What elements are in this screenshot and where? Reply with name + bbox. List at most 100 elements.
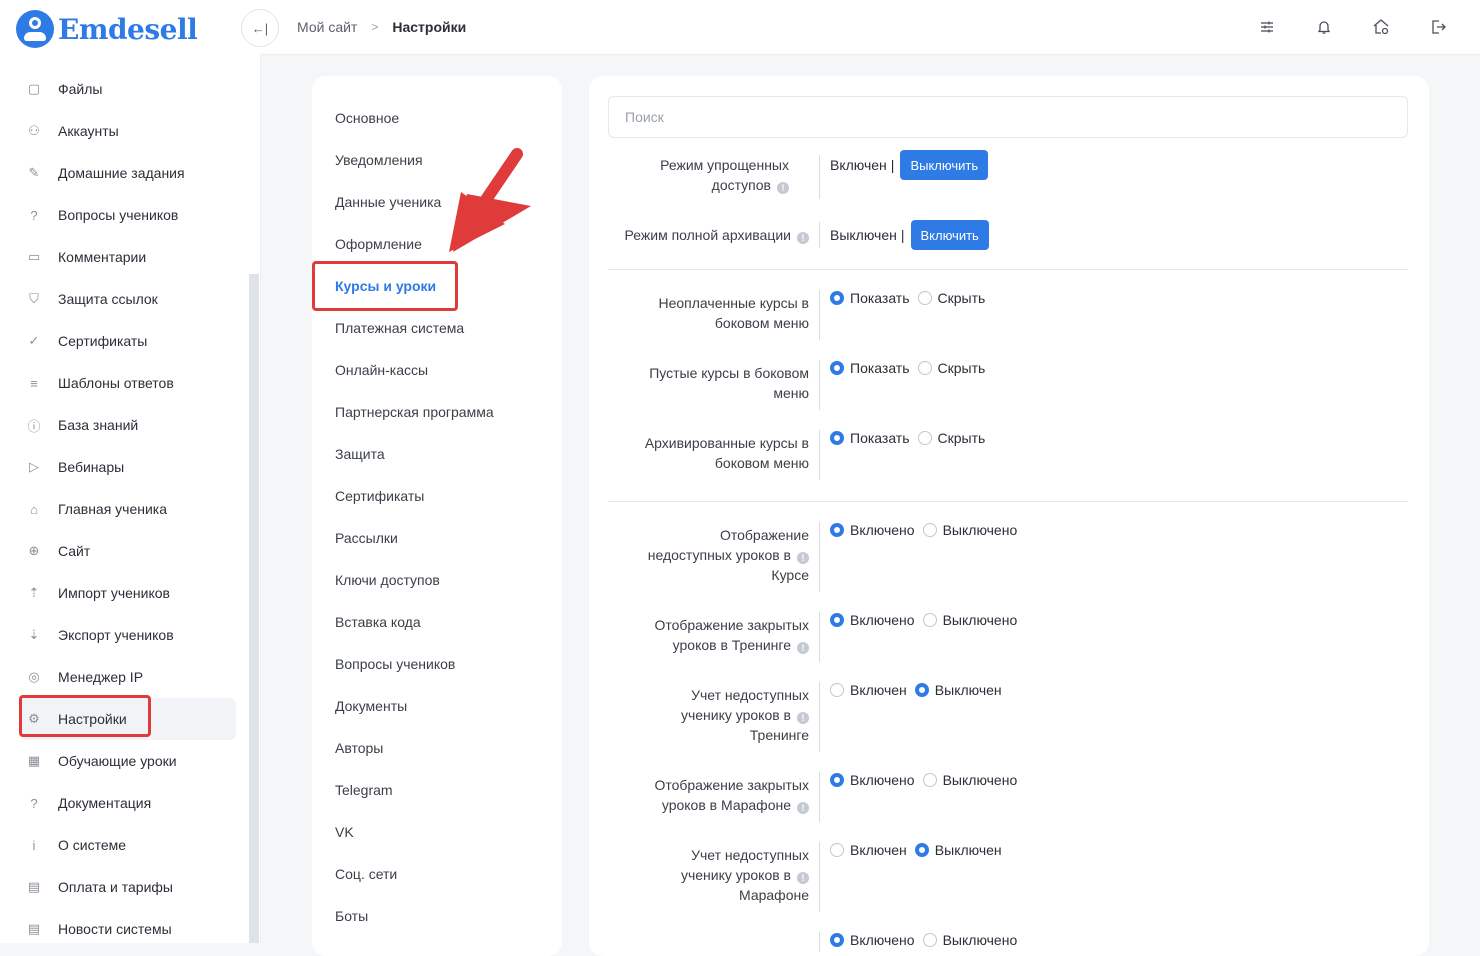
logo[interactable]: Emdesell [16, 8, 198, 50]
radio-button[interactable] [830, 773, 844, 787]
radio-option[interactable]: Выключено [922, 612, 1017, 628]
radio-option[interactable]: Скрыть [917, 290, 985, 306]
radio-option[interactable]: Включен [830, 682, 907, 698]
settings-menu-item[interactable]: Данные ученика [335, 194, 441, 210]
radio-button[interactable] [922, 773, 937, 787]
settings-menu-item[interactable]: Авторы [335, 740, 383, 756]
radio-button[interactable] [917, 431, 932, 445]
radio-button[interactable] [830, 843, 844, 857]
sidebar-item[interactable]: ▤ Новости системы [0, 908, 236, 943]
sidebar-item[interactable]: ▷ Вебинары [0, 446, 236, 488]
settings-menu-item[interactable]: Партнерская программа [335, 404, 494, 420]
sidebar-item[interactable]: ▤ Оплата и тарифы [0, 866, 236, 908]
radio-option[interactable]: Выключено [922, 772, 1017, 788]
logout-icon[interactable] [1426, 15, 1450, 39]
radio-button[interactable] [914, 683, 929, 697]
sidebar-item[interactable]: ? Вопросы учеников [0, 194, 236, 236]
radio-option[interactable]: Включено [830, 932, 915, 948]
settings-menu-item[interactable]: Оформление [335, 236, 422, 252]
settings-menu-item[interactable]: Основное [335, 110, 399, 126]
settings-menu-item[interactable]: Telegram [335, 782, 393, 798]
radio-button[interactable] [830, 683, 844, 697]
radio-button[interactable] [830, 431, 844, 445]
radio-button[interactable] [830, 523, 844, 537]
radio-button[interactable] [922, 933, 937, 947]
radio-option[interactable]: Включено [830, 772, 915, 788]
radio-button[interactable] [830, 291, 844, 305]
settings-menu-item[interactable]: Документы [335, 698, 407, 714]
settings-menu-item[interactable]: Онлайн-кассы [335, 362, 428, 378]
settings-menu-item[interactable]: Курсы и уроки [335, 278, 436, 294]
radio-option[interactable]: Выключено [922, 932, 1017, 948]
info-icon[interactable]: ! [777, 182, 789, 194]
settings-menu-item[interactable]: Защита [335, 446, 385, 462]
radio-button[interactable] [917, 291, 932, 305]
info-icon[interactable]: ! [797, 872, 809, 884]
radio-option[interactable]: Включено [830, 522, 915, 538]
info-icon[interactable]: ! [797, 642, 809, 654]
sidebar-item[interactable]: ⊕ Сайт [0, 530, 236, 572]
radio-button[interactable] [922, 523, 937, 537]
info-icon[interactable]: ! [797, 232, 809, 244]
settings-menu-item[interactable]: Ключи доступов [335, 572, 440, 588]
settings-menu-item[interactable]: Рассылки [335, 530, 398, 546]
settings-menu-item[interactable]: Сертификаты [335, 488, 424, 504]
radio-option[interactable]: Показать [830, 430, 910, 446]
radio-option[interactable]: Показать [830, 290, 910, 306]
enable-archive-mode-button[interactable]: Включить [910, 220, 989, 250]
sidebar-item[interactable]: ✎ Домашние задания [0, 152, 236, 194]
info-icon[interactable]: ! [797, 712, 809, 724]
sidebar-item[interactable]: ▢ Файлы [0, 68, 236, 110]
breadcrumb-home[interactable]: Мой сайт [297, 19, 357, 35]
sidebar-item-label: Новости системы [58, 921, 172, 937]
sidebar-item[interactable]: ⇡ Импорт учеников [0, 572, 236, 614]
home-gear-icon[interactable] [1369, 15, 1393, 39]
radio-option[interactable]: Показать [830, 360, 910, 376]
collapse-sidebar-button[interactable]: ←| [241, 9, 279, 47]
sidebar-item[interactable]: ⛉ Защита ссылок [0, 278, 236, 320]
settings-menu-item[interactable]: Соц. сети [335, 866, 397, 882]
radio-option[interactable]: Выключен [914, 682, 1002, 698]
sidebar-item-label: Защита ссылок [58, 291, 158, 307]
settings-menu-item[interactable]: Уведомления [335, 152, 423, 168]
sidebar-item[interactable]: ◎ Менеджер IP [0, 656, 236, 698]
radio-option[interactable]: Скрыть [917, 360, 985, 376]
settings-menu-item[interactable]: Вопросы учеников [335, 656, 455, 672]
radio-button[interactable] [830, 933, 844, 947]
sidebar-item[interactable]: ? Документация [0, 782, 236, 824]
radio-option[interactable]: Включено [830, 612, 915, 628]
settings-menu-item[interactable]: Боты [335, 908, 368, 924]
sidebar-item[interactable]: ≡ Шаблоны ответов [0, 362, 236, 404]
sidebar-item[interactable]: ⌂ Главная ученика [0, 488, 236, 530]
sidebar-item[interactable]: ▦ Обучающие уроки [0, 740, 236, 782]
sidebar-scrollbar[interactable] [249, 274, 259, 943]
radio-button[interactable] [917, 361, 932, 375]
info-icon[interactable]: ! [797, 802, 809, 814]
sidebar-item[interactable]: ▭ Комментарии [0, 236, 236, 278]
search-input[interactable] [608, 96, 1408, 138]
sidebar-item[interactable]: ⇣ Экспорт учеников [0, 614, 236, 656]
disable-access-mode-button[interactable]: Выключить [900, 150, 989, 180]
radio-button[interactable] [830, 613, 844, 627]
sidebar-item[interactable]: ✓ Сертификаты [0, 320, 236, 362]
info-icon[interactable]: ! [797, 552, 809, 564]
sidebar-item[interactable]: ⓘ База знаний [0, 404, 236, 446]
radio-option[interactable]: Выключен [914, 842, 1002, 858]
radio-button[interactable] [914, 843, 929, 857]
sliders-icon[interactable] [1255, 15, 1279, 39]
sidebar-item[interactable]: i О системе [0, 824, 236, 866]
sidebar-item[interactable]: ⚙ Настройки [19, 695, 236, 740]
radio-option[interactable]: Включен [830, 842, 907, 858]
radio-option[interactable]: Выключено [922, 522, 1017, 538]
radio-button[interactable] [830, 361, 844, 375]
bell-icon[interactable] [1312, 15, 1336, 39]
radio-label: Включено [850, 612, 915, 628]
settings-menu-item[interactable]: Платежная система [335, 320, 464, 336]
settings-menu-item[interactable]: Вставка кода [335, 614, 421, 630]
radio-option[interactable]: Скрыть [917, 430, 985, 446]
sidebar-item-label: База знаний [58, 417, 139, 433]
radio-button[interactable] [922, 613, 937, 627]
sidebar-item[interactable]: ⚇ Аккаунты [0, 110, 236, 152]
settings-menu-item[interactable]: VK [335, 824, 354, 840]
status-text: Выключен [830, 227, 897, 243]
